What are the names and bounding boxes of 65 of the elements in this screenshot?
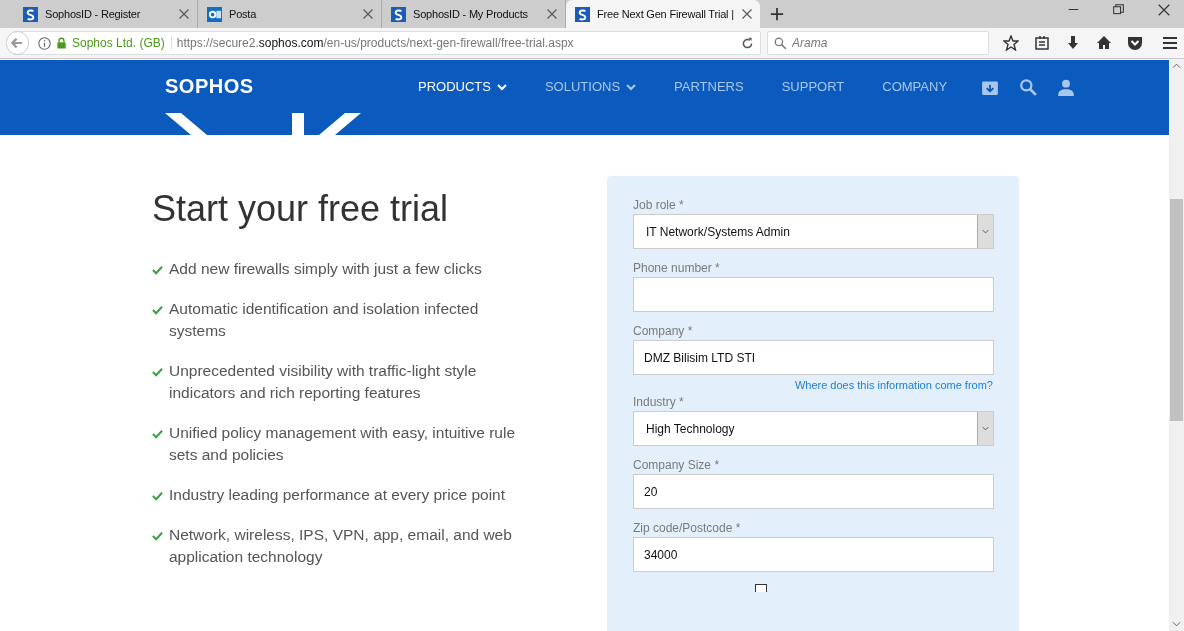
select-field[interactable]: High Technology (633, 411, 994, 446)
info-icon[interactable] (38, 36, 51, 50)
home-icon[interactable] (1096, 35, 1112, 51)
scroll-down-icon[interactable] (1172, 621, 1181, 627)
scrollbar-thumb[interactable] (1170, 199, 1183, 421)
site-logo[interactable]: SOPHOS (165, 75, 418, 98)
close-icon[interactable] (1158, 4, 1170, 16)
feature-text: Add new firewalls simply with just a few clicks (169, 259, 483, 279)
field-label: Phone number * (633, 261, 721, 275)
feature-text: Network, wireless, IPS, VPN, app, email, and web application technology (169, 525, 513, 567)
s-logo-icon (23, 6, 38, 22)
field-label: Zip code/Postcode * (633, 521, 742, 535)
nav-link[interactable]: PARTNERS (674, 75, 744, 94)
nav-link[interactable]: COMPANY (882, 75, 948, 94)
menu-icon[interactable] (1162, 35, 1178, 51)
field-label: Job role * (633, 198, 685, 212)
feature-text: Unprecedented visibility with traffic-light style indicators and rich reporting features (169, 361, 478, 403)
close-icon[interactable] (546, 8, 558, 20)
checkmark-icon (152, 491, 163, 501)
field-label: Company * (633, 324, 694, 338)
url-text[interactable]: https://secure2.sophos.com/en-us/products/next-gen-firewall/free-trial.aspx (176, 36, 736, 50)
close-icon[interactable] (362, 8, 374, 20)
browser-tab[interactable]: Free Next Gen Firewall Trial | (566, 0, 760, 28)
download-box-icon[interactable] (981, 78, 1000, 96)
close-icon[interactable] (178, 8, 190, 20)
s-logo-icon (391, 6, 406, 22)
lock-icon (56, 37, 67, 49)
checkmark-icon (152, 531, 163, 541)
reload-icon[interactable] (741, 36, 754, 50)
input-field[interactable]: 20 (633, 474, 994, 509)
select-field[interactable]: IT Network/Systems Admin (633, 214, 994, 249)
s-logo-icon (575, 6, 590, 22)
checkmark-icon (152, 265, 163, 275)
input-field[interactable] (633, 277, 994, 312)
mail-app-icon (207, 6, 222, 22)
feature-text: Industry leading performance at every price point (169, 485, 506, 505)
nav-link[interactable]: SUPPORT (781, 75, 845, 94)
back-icon[interactable] (6, 31, 29, 55)
site-identity[interactable]: Sophos Ltd. (GB) (72, 36, 172, 50)
feature-text: Automatic identification and isolation infected systems (169, 299, 480, 341)
info-link[interactable]: Where does this information come from? (794, 379, 993, 391)
download-icon[interactable] (1065, 35, 1081, 51)
page-title: Start your free trial (152, 188, 450, 230)
scroll-up-icon[interactable] (1172, 63, 1181, 69)
close-icon[interactable] (740, 8, 753, 20)
pocket-icon[interactable] (1127, 35, 1143, 51)
checkmark-icon (152, 429, 163, 439)
field-label: Company Size * (633, 458, 721, 472)
reading-list-icon[interactable] (1034, 35, 1050, 51)
input-field[interactable]: DMZ Bilisim LTD STI (633, 340, 994, 375)
search-icon[interactable] (1019, 78, 1038, 96)
input-field[interactable]: 34000 (633, 537, 994, 572)
search-field[interactable]: Arama (767, 31, 989, 55)
user-icon[interactable] (1057, 78, 1076, 96)
star-icon[interactable] (1003, 35, 1019, 51)
nav-link[interactable]: SOLUTIONS (544, 75, 637, 94)
checkmark-icon (152, 367, 163, 377)
feature-text: Unified policy management with easy, intuitive rule sets and policies (169, 423, 517, 465)
nav-link[interactable]: PRODUCTS (418, 75, 507, 94)
restore-icon[interactable] (1113, 4, 1124, 15)
scrollbar[interactable] (1169, 59, 1184, 631)
checkmark-icon (152, 305, 163, 315)
new-tab-icon[interactable] (769, 7, 784, 21)
checkbox-icon[interactable] (755, 584, 767, 592)
field-label: Industry * (633, 395, 685, 409)
